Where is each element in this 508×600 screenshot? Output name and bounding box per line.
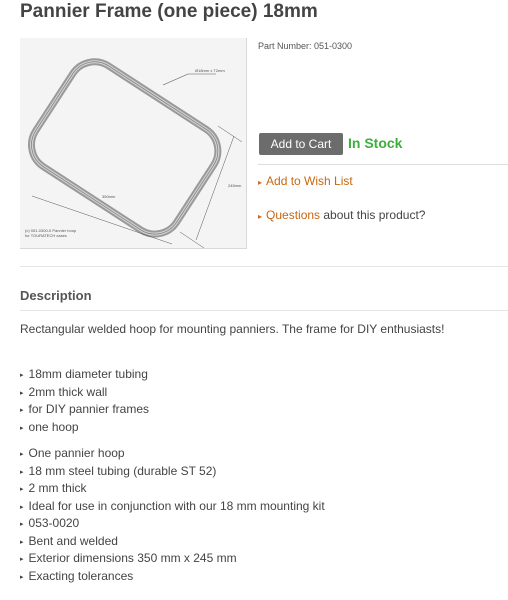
part-number: Part Number: 051-0300 (258, 41, 353, 51)
height-dimension-label: 245mm (228, 183, 242, 188)
list-item: ▸ 18 mm steel tubing (durable ST 52) (20, 463, 217, 478)
list-item: ▸ Exacting tolerances (20, 568, 134, 583)
list-item: ▸ one hoop (20, 419, 79, 434)
list-item: ▸ 053-0020 (20, 516, 80, 530)
wish-list-label[interactable]: Add to Wish List (266, 174, 353, 188)
list-item: ▸ One pannier hoop (20, 446, 125, 460)
divider (20, 310, 508, 311)
bullet-icon: ▸ (20, 486, 24, 493)
bullet-icon: ▸ (20, 521, 24, 528)
questions-row: ▸ Questions about this product? (258, 208, 425, 222)
stock-status: In Stock (348, 135, 403, 151)
bullet-icon: ▸ (20, 538, 24, 546)
page-title: Pannier Frame (one piece) 18mm (20, 1, 318, 22)
feature-list-detailed: ▸ One pannier hoop ▸ 18 mm steel tubing (d… (20, 445, 325, 585)
width-dimension-label: 350mm (102, 194, 116, 199)
bullet-icon: ▸ (20, 573, 24, 581)
bullet-icon: ▸ (20, 372, 24, 379)
bullet-icon: ▸ (20, 556, 24, 563)
description-text: Rectangular welded hoop for mounting pan… (20, 322, 445, 336)
arrow-right-icon: ▸ (258, 212, 263, 221)
questions-link[interactable]: Questions (266, 208, 320, 222)
list-item: ▸ 2 mm thick (20, 481, 87, 495)
feature-list-short: ▸ 18mm diameter tubing ▸ 2mm thick wall ▸ f… (20, 366, 149, 436)
bullet-icon: ▸ (20, 503, 24, 511)
bullet-icon: ▸ (20, 407, 24, 414)
bullet-icon: ▸ (20, 389, 24, 397)
bullet-icon: ▸ (20, 468, 24, 476)
list-item: ▸ Ideal for use in conjunction with our 1… (20, 498, 325, 513)
tube-dimension-label: Ø18mm x T2mm (195, 68, 225, 73)
list-item: ▸ 2mm thick wall (20, 384, 108, 399)
divider (258, 164, 508, 165)
arrow-right-icon: ▸ (258, 178, 263, 187)
divider (20, 266, 508, 267)
product-image[interactable]: Ø18mm x T2mm 245mm 350mm (c) 051-0300-0 … (20, 38, 247, 249)
add-to-wish-list-link[interactable]: ▸ Add to Wish List (258, 174, 353, 188)
bullet-icon: ▸ (20, 451, 24, 458)
questions-text: about this product? (320, 208, 426, 222)
list-item: ▸ 18mm diameter tubing (20, 367, 148, 381)
description-heading: Description (20, 288, 92, 303)
bullet-icon: ▸ (20, 424, 24, 432)
add-to-cart-button[interactable]: Add to Cart (259, 133, 343, 155)
list-item: ▸ for DIY pannier frames (20, 402, 150, 416)
list-item: ▸ Exterior dimensions 350 mm x 245 mm (20, 551, 237, 565)
list-item: ▸ Bent and welded (20, 533, 118, 548)
image-caption: (c) 051-0300-0 Pannier hoop for TOURATEC… (25, 228, 77, 238)
